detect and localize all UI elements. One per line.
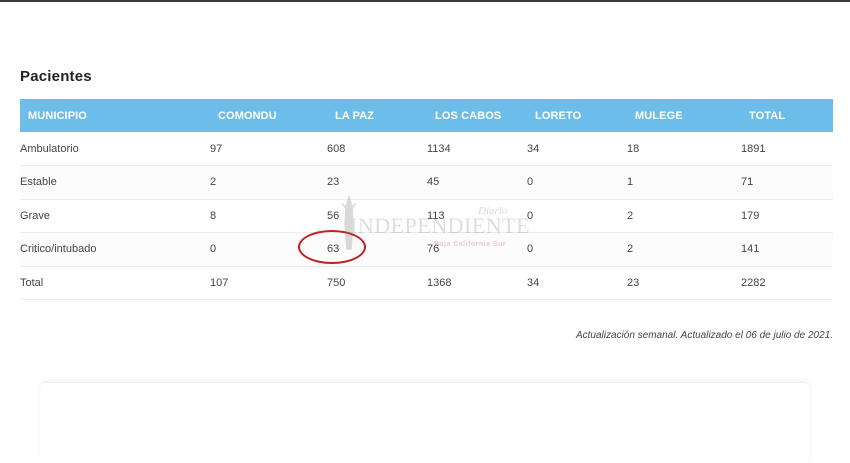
table-cell: 23 — [627, 276, 640, 289]
column-header-comondu: COMONDU — [218, 109, 277, 122]
column-header-mulege: MULEGE — [635, 109, 683, 122]
table-cell: 2 — [210, 176, 217, 189]
row-label: Estable — [20, 176, 57, 189]
table-row: Estable 2 23 45 0 1 71 — [20, 165, 833, 199]
table-cell: 750 — [327, 276, 346, 289]
table-cell: 1368 — [427, 276, 452, 289]
row-label: Grave — [20, 209, 50, 222]
table-cell: 2 — [627, 243, 634, 256]
table-header-row: MUNICIPIO COMONDU LA PAZ LOS CABOS LORET… — [20, 99, 833, 132]
column-header-la-paz: LA PAZ — [335, 109, 375, 122]
patients-table: MUNICIPIO COMONDU LA PAZ LOS CABOS LORET… — [20, 99, 833, 300]
table-cell: 76 — [427, 243, 440, 256]
table-cell: 1 — [627, 176, 634, 189]
row-label: Critico/intubado — [20, 243, 97, 256]
table-cell: 107 — [210, 276, 229, 289]
table-cell: 0 — [527, 176, 534, 189]
table-cell: 1891 — [741, 142, 766, 155]
table-cell: 141 — [741, 243, 760, 256]
bottom-card — [40, 382, 810, 463]
column-header-los-cabos: LOS CABOS — [435, 109, 502, 122]
table-row: Total 107 750 1368 34 23 2282 — [20, 266, 833, 300]
table-cell: 71 — [741, 176, 754, 189]
table-row: Critico/intubado 0 63 76 0 2 141 — [20, 232, 833, 266]
table-cell: 2 — [627, 209, 634, 222]
top-page-strip — [0, 0, 850, 2]
table-cell: 18 — [627, 142, 640, 155]
table-cell: 113 — [427, 209, 445, 222]
column-header-loreto: LORETO — [535, 109, 582, 122]
table-cell: 608 — [327, 142, 346, 155]
table-cell: 45 — [427, 176, 440, 189]
table-cell: 34 — [527, 142, 540, 155]
table-cell: 0 — [527, 209, 534, 222]
table-cell: 2282 — [741, 276, 766, 289]
table-cell: 23 — [327, 176, 340, 189]
table-cell: 1134 — [427, 142, 451, 155]
table-row: Ambulatorio 97 608 1134 34 18 1891 — [20, 132, 833, 166]
update-note: Actualización semanal. Actualizado el 06… — [575, 330, 833, 341]
row-label: Total — [20, 276, 44, 289]
table-cell: 179 — [741, 209, 760, 222]
column-header-municipio: MUNICIPIO — [28, 109, 87, 122]
table-cell: 97 — [210, 142, 223, 155]
column-header-total: TOTAL — [749, 109, 786, 122]
table-cell: 34 — [527, 276, 540, 289]
red-highlight-circle — [298, 230, 366, 264]
section-title: Pacientes — [20, 68, 92, 85]
table-cell: 0 — [527, 243, 534, 256]
table-cell: 8 — [210, 209, 217, 222]
table-cell: 56 — [327, 209, 340, 222]
table-row: Grave 8 56 113 0 2 179 — [20, 199, 833, 233]
row-label: Ambulatorio — [20, 142, 79, 155]
